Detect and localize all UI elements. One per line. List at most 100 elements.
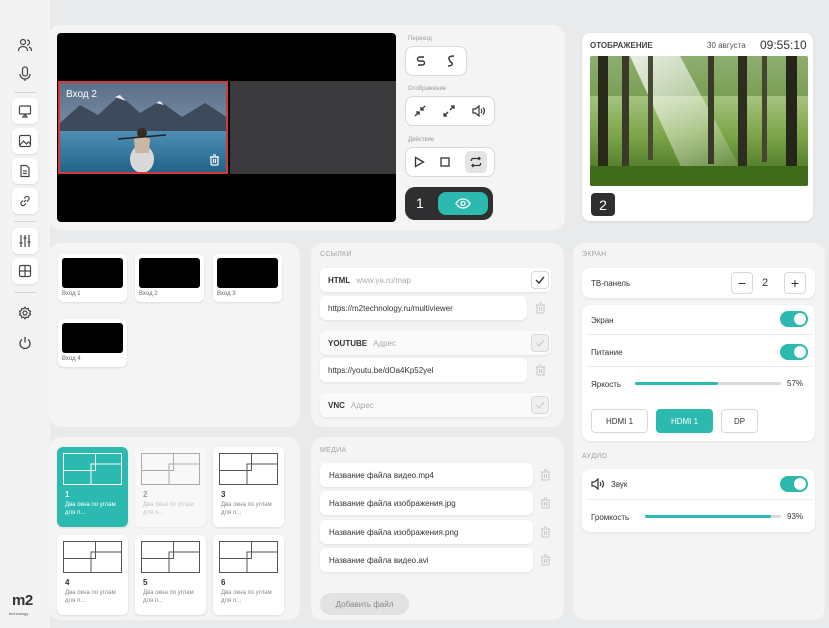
- display-title: ОТОБРАЖЕНИЕ: [590, 41, 653, 50]
- html-placeholder: www.ya.ru/map: [356, 275, 411, 285]
- audio-card: [582, 469, 815, 532]
- screen-toggle[interactable]: [780, 311, 808, 327]
- youtube-kind-label: YOUTUBE: [328, 338, 368, 348]
- speaker-icon[interactable]: [472, 105, 486, 117]
- screen-label: Экран: [591, 316, 614, 325]
- grid-layout-icon[interactable]: [12, 258, 38, 284]
- source-hdmi1-button[interactable]: HDMI 1: [591, 409, 648, 433]
- layout-number: 6: [221, 578, 226, 587]
- layout-card[interactable]: 6 Два окна по углам для п...: [213, 535, 284, 615]
- media-file-row[interactable]: Название файла видео.avi: [320, 548, 533, 572]
- input-2-label: Вход 2: [66, 89, 97, 100]
- microphone-icon[interactable]: [12, 61, 38, 87]
- layout-description: Два окна по углам для п...: [65, 502, 116, 516]
- sound-toggle[interactable]: [780, 476, 808, 492]
- trash-icon[interactable]: [540, 497, 551, 509]
- check-icon: [535, 401, 545, 409]
- users-icon[interactable]: [12, 32, 38, 58]
- input-thumbnail[interactable]: Вход 2: [135, 254, 204, 302]
- eye-icon: [455, 198, 471, 209]
- volume-slider[interactable]: [645, 515, 781, 518]
- trash-icon[interactable]: [535, 302, 546, 314]
- layout-number: 1: [65, 490, 70, 499]
- brightness-slider[interactable]: [635, 382, 781, 385]
- volume-value: 93%: [787, 512, 804, 521]
- logo-subtitle: technology: [9, 611, 29, 616]
- multiview-preview[interactable]: Вход 2: [57, 33, 396, 222]
- layout-card[interactable]: 4 Два окна по углам для п...: [57, 535, 128, 615]
- link-icon[interactable]: [12, 188, 38, 214]
- media-file-row[interactable]: Название файла видео.mp4: [320, 463, 533, 487]
- repeat-icon[interactable]: [465, 151, 487, 173]
- html-url-input[interactable]: https://m2technology.ru/multiviewer: [320, 296, 527, 320]
- forest-output-image: [590, 56, 808, 186]
- input-2-window[interactable]: Вход 2: [58, 81, 228, 174]
- transition-group: [405, 46, 467, 76]
- eye-toggle-button[interactable]: [438, 192, 488, 215]
- brightness-label: Яркость: [591, 380, 622, 389]
- youtube-link-row[interactable]: YOUTUBE Адрес: [320, 331, 551, 355]
- trash-icon[interactable]: [540, 469, 551, 481]
- layout-description: Два окна по углам для п...: [143, 502, 194, 516]
- divider: [586, 366, 812, 367]
- screen-selector-number: 1: [416, 195, 424, 211]
- minimize-icon[interactable]: [414, 105, 426, 117]
- source-dp-button[interactable]: DP: [721, 409, 758, 433]
- layout-card[interactable]: 1 Два окна по углам для п...: [57, 447, 128, 527]
- stop-icon[interactable]: [439, 156, 451, 168]
- html-checkbox[interactable]: [531, 271, 549, 289]
- vnc-checkbox[interactable]: [531, 396, 549, 414]
- brightness-slider-fill: [635, 382, 719, 385]
- plus-button[interactable]: +: [784, 272, 806, 294]
- layout-card[interactable]: 3 Два окна по углам для п...: [213, 447, 284, 527]
- transition-fade-button[interactable]: [444, 54, 458, 68]
- add-file-button[interactable]: Добавить файл: [320, 593, 409, 615]
- maximize-icon[interactable]: [443, 105, 455, 117]
- volume-slider-fill: [645, 515, 772, 518]
- output-screen-badge: 2: [591, 193, 615, 216]
- transition-cut-button[interactable]: [414, 54, 428, 68]
- two-windows-layout-icon: [141, 453, 200, 485]
- play-icon[interactable]: [413, 156, 425, 168]
- media-file-row[interactable]: Название файла изображения.jpg: [320, 491, 533, 515]
- youtube-url-input[interactable]: https://youtu.be/dOa4Kp52yel: [320, 358, 527, 382]
- input-thumbnail[interactable]: Вход 3: [213, 254, 282, 302]
- trash-icon[interactable]: [540, 526, 551, 538]
- layout-card[interactable]: 2 Два окна по углам для п...: [135, 447, 206, 527]
- equalizer-icon[interactable]: [12, 228, 38, 254]
- input-preview: [217, 258, 278, 288]
- divider: [586, 334, 812, 335]
- document-icon[interactable]: [12, 158, 38, 184]
- youtube-checkbox[interactable]: [531, 334, 549, 352]
- input-thumbnail[interactable]: Вход 1: [58, 254, 127, 302]
- trash-icon[interactable]: [535, 364, 546, 376]
- links-section-label: ССЫЛКИ: [320, 251, 352, 258]
- power-toggle[interactable]: [780, 344, 808, 360]
- volume-label: Громкость: [591, 513, 630, 522]
- input-label: Вход 2: [139, 291, 158, 297]
- action-group: [405, 147, 495, 177]
- vnc-link-row[interactable]: VNC Адрес: [320, 393, 551, 417]
- media-file-name: Название файла видео.mp4: [329, 470, 434, 480]
- power-icon[interactable]: [12, 330, 38, 356]
- empty-window-slot[interactable]: [230, 81, 396, 174]
- settings-gear-icon[interactable]: [12, 300, 38, 326]
- layout-number: 2: [143, 490, 148, 499]
- html-link-row[interactable]: HTML www.ya.ru/map: [320, 268, 551, 292]
- cast-icon[interactable]: [12, 98, 38, 124]
- layout-card[interactable]: 5 Два окна по углам для п...: [135, 535, 206, 615]
- source-hdmi1-active-button[interactable]: HDMI 1: [656, 409, 713, 433]
- image-icon[interactable]: [12, 128, 38, 154]
- sidebar-separator: [14, 92, 36, 93]
- trash-icon[interactable]: [209, 154, 220, 166]
- sidebar-separator: [14, 292, 36, 293]
- trash-icon[interactable]: [540, 554, 551, 566]
- two-windows-layout-icon: [219, 453, 278, 485]
- input-label: Вход 4: [62, 356, 81, 362]
- minus-button[interactable]: −: [731, 272, 753, 294]
- media-file-row[interactable]: Название файла изображения.png: [320, 520, 533, 544]
- input-thumbnail[interactable]: Вход 4: [58, 319, 127, 367]
- layout-description: Два окна по углам для п...: [65, 590, 116, 604]
- screen-selector[interactable]: 1: [405, 187, 493, 220]
- layout-description: Два окна по углам для п...: [221, 590, 272, 604]
